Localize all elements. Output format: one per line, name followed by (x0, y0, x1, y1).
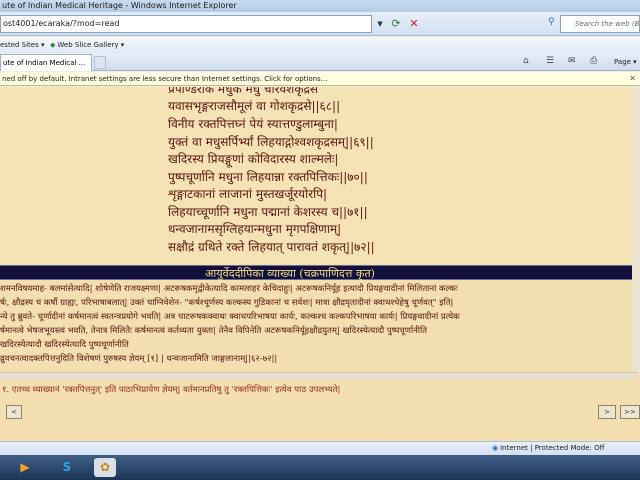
status-bar: ◉ Internet | Protected Mode: Off (0, 441, 640, 455)
verse-panel: प्रपाण्डरीकं मधुकं मधु चारवशकृद्रसे यवास… (0, 87, 640, 263)
verse-line: सक्षौद्रं ग्रथिते रक्ते लिहयात् पारावतं … (168, 240, 375, 254)
information-bar[interactable]: ned off by default. Intranet settings ar… (0, 72, 640, 86)
web-slice-gallery-link[interactable]: ◆ Web Slice Gallery ▾ (50, 37, 124, 53)
commentary-line: व्रुवचनत्वादक्तपित्तनुदिति विशेषणं पुरुष… (0, 354, 278, 364)
search-input[interactable]: Search the web (Ba (560, 15, 640, 33)
security-zone[interactable]: ◉ Internet | Protected Mode: Off (492, 442, 604, 455)
close-icon[interactable]: ✕ (629, 72, 636, 85)
web-slice-label: Web Slice Gallery ▾ (57, 41, 125, 49)
refresh-icon[interactable]: ⟳ (388, 16, 404, 32)
verse-line: युक्तं वा मधुसर्पिर्भ्यां लिहयाद्गोश्वशक… (168, 135, 374, 149)
page-menu-button[interactable]: Page ▾ (614, 55, 637, 69)
verse-line: विनीय रक्तपित्तघ्नं पेयं स्यात्तण्डुलाम्… (168, 117, 338, 131)
address-input[interactable]: ost4001/ecaraka/?mod=read (0, 15, 372, 33)
information-bar-message: ned off by default. Intranet settings ar… (2, 75, 328, 83)
commentary-line: शमनविषयमाह- बलमांसेत्यादि| शोषेणेति राजय… (0, 284, 458, 294)
commentary-heading-bar: आयुर्वेददीपिका व्याख्या (चक्रपाणिदत्त कृ… (0, 265, 636, 280)
mail-icon[interactable]: ✉ (568, 56, 576, 66)
address-bar: ost4001/ecaraka/?mod=read ▼ ⟳ ✕ ⚲ Search… (0, 12, 640, 36)
new-tab-button[interactable] (94, 56, 106, 69)
print-icon[interactable]: ⎙ (590, 56, 597, 66)
globe-icon: ◉ (492, 444, 499, 452)
home-icon[interactable]: ⌂ (523, 56, 529, 66)
web-slice-icon: ◆ (50, 41, 56, 49)
window-title: ute of Indian Medical Heritage - Windows… (2, 1, 237, 10)
address-dropdown-icon[interactable]: ▼ (374, 17, 386, 31)
variant-note: १. एतच्च व्याख्यानं 'रक्तपित्तनुत्' इति … (2, 385, 341, 395)
verse-line: खदिरस्य प्रियङ्गूणां कोविदारस्य शाल्मलेः… (168, 152, 339, 166)
app-icon[interactable]: ✿ (94, 458, 116, 477)
page-content: प्रपाण्डरीकं मधुकं मधु चारवशकृद्रसे यवास… (0, 87, 640, 441)
search-icon[interactable]: ⚲ (548, 17, 555, 27)
favorites-bar: ested Sites ▾ ◆ Web Slice Gallery ▾ (0, 37, 640, 53)
verse-line: धन्वजानामसृग्लिहयान्मधुना मृगपक्षिणाम्| (168, 222, 342, 236)
commentary-title: आयुर्वेददीपिका व्याख्या (चक्रपाणिदत्त कृ… (205, 267, 375, 280)
feeds-icon[interactable]: ☰ (546, 56, 554, 66)
tab-bar: ute of Indian Medical ... ⌂ ☰ ✉ ⎙ Page ▾ (0, 53, 640, 71)
verse-line: पुष्पचूर्णानि मधुना लिहयान्ना रक्तपित्ति… (168, 170, 368, 184)
last-page-button[interactable]: >> (620, 405, 640, 419)
commentary-line: खदिरस्येत्यादौ खदिरस्येत्यादि पुष्पचूर्ण… (0, 340, 129, 350)
commentary-text: शमनविषयमाह- बलमांसेत्यादि| शोषेणेति राजय… (0, 283, 632, 365)
verse-line: शृङ्गाटकानां लाजानां मुस्तखर्जूरयोरपि| (168, 187, 328, 201)
commentary-line: न्ये तु ब्रुवते- चूर्णादीनां कर्षमानत्वं… (0, 312, 460, 322)
window-title-bar: ute of Indian Medical Heritage - Windows… (0, 0, 640, 12)
previous-page-button[interactable]: < (6, 405, 22, 419)
verse-line: प्रपाण्डरीकं मधुकं मधु चारवशकृद्रसे (168, 87, 319, 96)
skype-icon[interactable]: S (56, 458, 78, 477)
vertical-scrollbar[interactable] (632, 87, 640, 373)
tab-current[interactable]: ute of Indian Medical ... (0, 54, 92, 71)
next-page-button[interactable]: > (598, 405, 616, 419)
security-zone-label: Internet | Protected Mode: Off (500, 444, 605, 452)
horizontal-scrollbar[interactable] (0, 372, 638, 380)
taskbar: ▶ S ✿ (0, 455, 640, 480)
verse-line: यवासभृङ्गराजसौमूलं वा गोशकृद्रसे||६८|| (168, 99, 341, 113)
media-player-icon[interactable]: ▶ (14, 458, 36, 477)
commentary-line: र्षः, क्षौद्रस्य च कर्षौ ग्राह्यः, परिभा… (0, 298, 454, 308)
stop-icon[interactable]: ✕ (406, 16, 422, 32)
commentary-line: र्षमानत्वे भेषजभूयस्त्वं भवति, तेनात्र म… (0, 326, 428, 336)
suggested-sites-link[interactable]: ested Sites ▾ (0, 37, 45, 53)
verse-line: लिहयाच्चूर्णानि मधुना पद्मानां केशरस्य च… (168, 205, 368, 219)
pager: < > >> (0, 399, 640, 427)
